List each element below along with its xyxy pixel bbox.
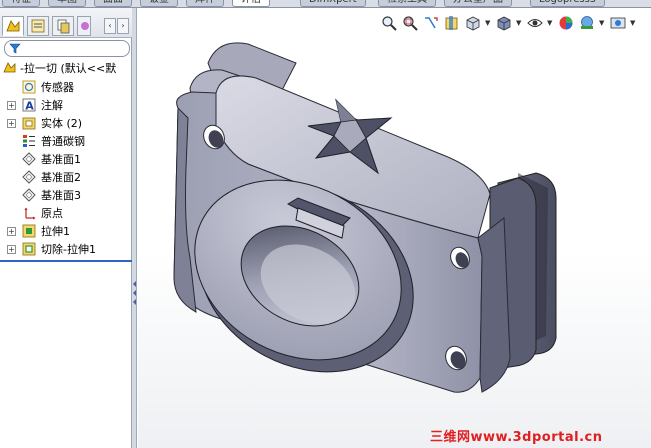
command-tab[interactable]: 评估: [232, 0, 270, 7]
cut-extrude-icon: [22, 242, 36, 256]
tree-item-label: 注解: [41, 99, 63, 112]
configurationmanager-tab[interactable]: [52, 16, 74, 36]
tree-item-label: 基准面1: [41, 153, 81, 166]
collapse-arrows-icon: [133, 281, 136, 305]
plane-icon: [22, 188, 36, 202]
tree-item-label: 基准面3: [41, 189, 81, 202]
featuremanager-tab[interactable]: [2, 16, 24, 36]
featuremanager-icon: [6, 20, 20, 32]
propertymanager-tab[interactable]: [27, 16, 49, 36]
tree-item-origin[interactable]: 原点: [0, 205, 132, 222]
tree-item-cut-extrude-1[interactable]: + 切除-拉伸1: [0, 241, 132, 258]
tree-item-plane-1[interactable]: 基准面1: [0, 151, 132, 168]
tree-filter-input[interactable]: [4, 40, 130, 57]
tree-root-part[interactable]: -拉一切 (默认<<默: [0, 60, 132, 77]
annotation-icon: A: [22, 98, 36, 112]
watermark-text: 三维网www.3dportal.cn: [430, 430, 603, 445]
extrude-icon: [22, 224, 36, 238]
plane-icon: [22, 170, 36, 184]
expand-toggle[interactable]: +: [7, 101, 16, 110]
command-tab-bar: 特征 草图 曲面 钣金 焊件 评估 DimXpert 检索工具 办公室产品 Logopress3: [0, 0, 651, 8]
tree-item-plane-3[interactable]: 基准面3: [0, 187, 132, 204]
command-tab[interactable]: 检索工具: [378, 0, 436, 7]
tree-item-label: 切除-拉伸1: [41, 243, 96, 256]
feature-manager-panel: ‹ › -拉一切 (默认<<默 传感器 + A 注解 + 实体 (2) 普通碳钢…: [0, 8, 132, 448]
command-tab[interactable]: 曲面: [94, 0, 132, 7]
funnel-icon: [9, 43, 21, 54]
tree-item-extrude-1[interactable]: + 拉伸1: [0, 223, 132, 240]
tree-root-label: -拉一切 (默认<<默: [20, 62, 117, 75]
rollback-bar[interactable]: [0, 260, 132, 262]
plane-icon: [22, 152, 36, 166]
tree-item-plane-2[interactable]: 基准面2: [0, 169, 132, 186]
expand-toggle[interactable]: +: [7, 245, 16, 254]
material-icon: [23, 135, 35, 147]
svg-text:A: A: [25, 100, 34, 113]
origin-icon: [24, 207, 36, 220]
panel-prev-button[interactable]: ‹: [104, 18, 116, 34]
part-icon: [3, 62, 16, 73]
panel-tab-bar: ‹ ›: [0, 8, 132, 38]
tree-item-label: 拉伸1: [41, 225, 70, 238]
propertymanager-icon: [31, 19, 45, 33]
tree-item-solid-bodies[interactable]: + 实体 (2): [0, 115, 132, 132]
tree-item-label: 原点: [41, 207, 63, 220]
configurationmanager-icon: [57, 19, 70, 34]
dimxpert-icon: [81, 22, 89, 30]
tree-item-material[interactable]: 普通碳钢: [0, 133, 132, 150]
command-tab[interactable]: 焊件: [186, 0, 224, 7]
panel-next-button[interactable]: ›: [117, 18, 129, 34]
command-tab[interactable]: Logopress3: [530, 0, 606, 7]
tree-item-label: 传感器: [41, 81, 74, 94]
tree-item-label: 普通碳钢: [41, 135, 85, 148]
tree-item-annotations[interactable]: + A 注解: [0, 97, 132, 114]
expand-toggle[interactable]: +: [7, 227, 16, 236]
tree-item-sensors[interactable]: 传感器: [0, 79, 132, 96]
graphics-area[interactable]: ▼ ▼ ▼ ▼ ▼ 三维网www.3dportal.cn: [138, 8, 651, 448]
command-tab[interactable]: DimXpert: [300, 0, 366, 7]
sensor-icon: [22, 80, 36, 94]
command-tab[interactable]: 办公室产品: [444, 0, 512, 7]
dimxpert-tab[interactable]: [77, 16, 91, 36]
panel-splitter[interactable]: [132, 8, 137, 448]
expand-toggle[interactable]: +: [7, 119, 16, 128]
part-model[interactable]: [138, 8, 651, 448]
command-tab[interactable]: 特征: [2, 0, 40, 7]
command-tab[interactable]: 草图: [48, 0, 86, 7]
tree-item-label: 实体 (2): [41, 117, 83, 130]
tree-item-label: 基准面2: [41, 171, 81, 184]
solid-bodies-icon: [22, 117, 36, 130]
command-tab[interactable]: 钣金: [140, 0, 178, 7]
